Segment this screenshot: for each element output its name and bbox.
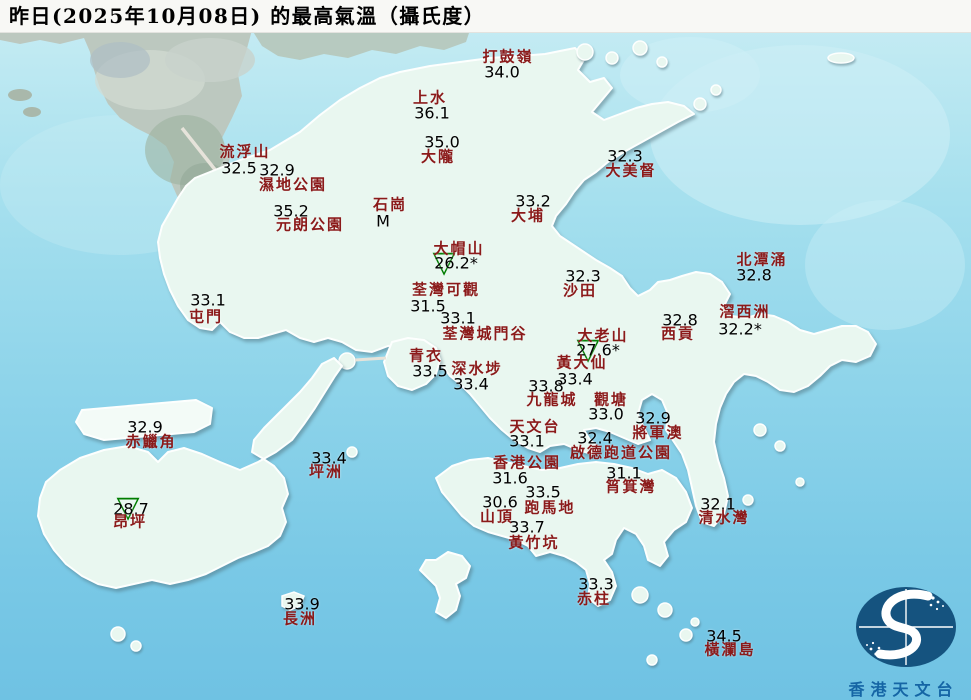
station-name: 橫瀾島 xyxy=(704,640,756,659)
hko-logo-emblem xyxy=(856,587,956,667)
hko-max-temperature-map: 34.0 打鼓嶺 36.1 上水 35.0 大隴 32.5 流浮山 32.9 濕地公園 35.2 元朗… xyxy=(0,0,971,700)
station-name: 濕地公園 xyxy=(258,175,328,194)
station-name: 北潭涌 xyxy=(736,250,788,269)
logo-chinese-name: 香港天文台 xyxy=(848,680,959,699)
map-title: 昨日(2025年10月08日) 的最高氣溫（攝氏度） xyxy=(0,0,971,33)
station-name: 天文台 xyxy=(509,417,561,436)
station-name: 長洲 xyxy=(282,609,318,628)
station-name: 滘西洲 xyxy=(719,302,771,321)
station-name: 西貢 xyxy=(660,324,696,343)
station-name: 上水 xyxy=(412,88,448,107)
station-value: 32.2* xyxy=(718,319,762,339)
station-name: 跑馬地 xyxy=(524,498,576,517)
station-name: 青衣 xyxy=(408,346,444,365)
station-name: 坪洲 xyxy=(308,462,344,481)
station-name: 荃灣可觀 xyxy=(411,280,481,299)
station-name: 觀塘 xyxy=(593,390,629,409)
station-name: 大老山 xyxy=(577,326,629,345)
station-name: 黃大仙 xyxy=(556,353,608,372)
station-name: 荃灣城門谷 xyxy=(442,324,528,343)
station-name: 深水埗 xyxy=(451,359,503,378)
station-name: 沙田 xyxy=(562,281,598,300)
station-name: 大隴 xyxy=(420,147,456,166)
station-name: 昂坪 xyxy=(112,512,148,531)
station-name: 大美督 xyxy=(605,161,657,180)
station-name: 大埔 xyxy=(510,206,546,225)
station-name: 筲箕灣 xyxy=(605,477,657,496)
station-name: 啟德跑道公園 xyxy=(569,443,673,462)
station-name: 香港公園 xyxy=(492,453,562,472)
station-name: 將軍澳 xyxy=(632,423,684,442)
station-name: 大帽山 xyxy=(433,239,485,258)
station-name: 元朗公園 xyxy=(275,215,345,234)
station-name: 九龍城 xyxy=(526,390,578,409)
station-name: 屯門 xyxy=(188,307,224,326)
station-name: 黃竹坑 xyxy=(508,533,560,552)
station-labels-layer: 34.0 打鼓嶺 36.1 上水 35.0 大隴 32.5 流浮山 32.9 濕地公園 35.2 元朗… xyxy=(0,0,971,700)
station-name: 打鼓嶺 xyxy=(482,47,534,66)
station-name: 赤鱲角 xyxy=(125,432,177,451)
station-name: 石崗 xyxy=(372,195,408,214)
station-name: 清水灣 xyxy=(698,508,750,527)
station-name: 赤柱 xyxy=(576,589,612,608)
station-name: 流浮山 xyxy=(219,142,271,161)
hko-logo: 香港天文台 HONG KONG OBSERVATORY xyxy=(836,582,971,700)
